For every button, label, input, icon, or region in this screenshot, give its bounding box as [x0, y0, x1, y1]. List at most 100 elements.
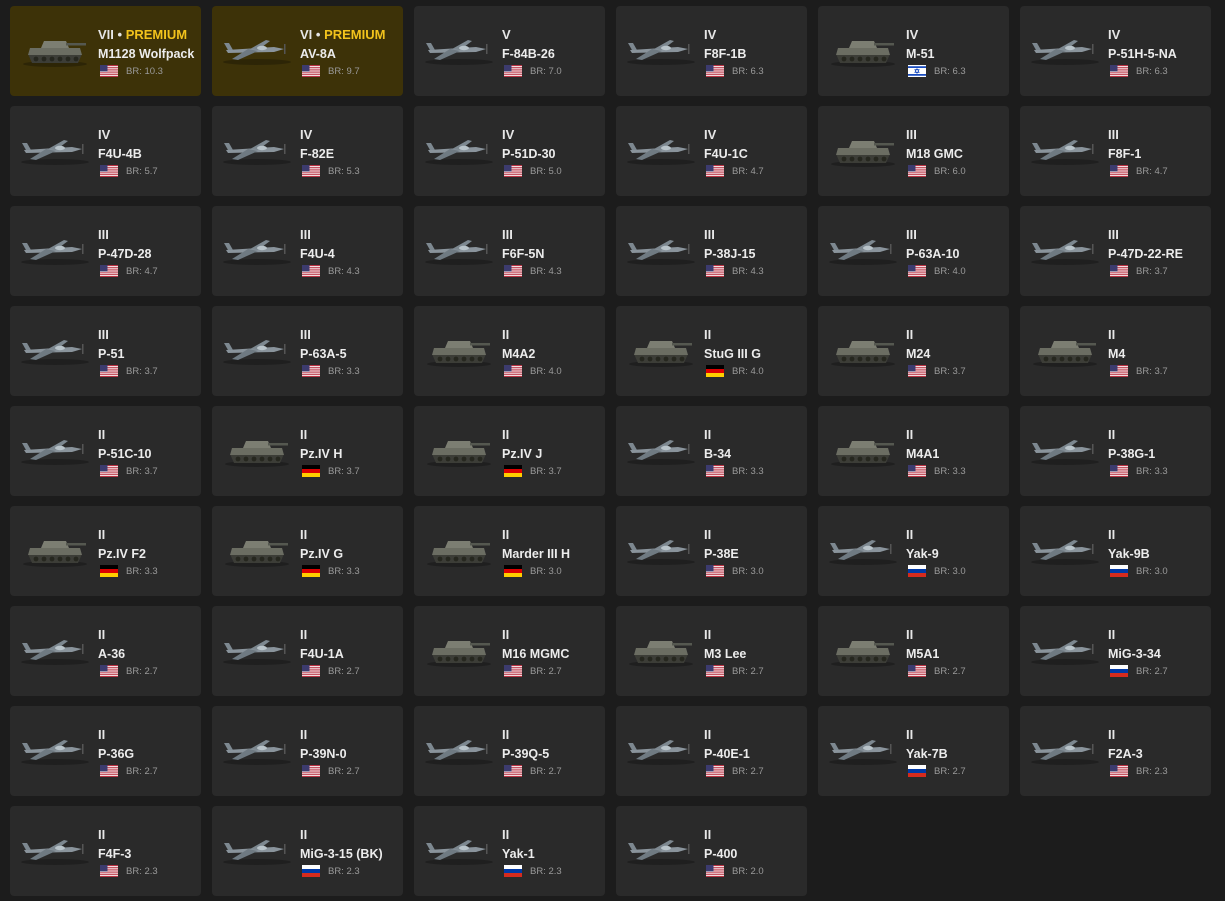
tier-numeral: IV [704, 27, 717, 42]
usa-flag-icon [98, 865, 126, 877]
vehicle-tier: IV [906, 28, 1005, 42]
vehicle-card-m5a1[interactable]: II M5A1 BR: 2.7 [818, 606, 1009, 696]
vehicle-card-f6f-5n[interactable]: III F6F-5N BR: 4.3 [414, 206, 605, 296]
vehicle-card-f4u-4[interactable]: III F4U-4 BR: 4.3 [212, 206, 403, 296]
vehicle-card-pz-iv-f2[interactable]: II Pz.IV F2 BR: 3.3 [10, 506, 201, 596]
vehicle-card-p-400[interactable]: II P-400 BR: 2.0 [616, 806, 807, 896]
vehicle-info: III P-63A-5 BR: 3.3 [300, 328, 399, 377]
vehicle-card-f-82e[interactable]: IV F-82E BR: 5.3 [212, 106, 403, 196]
vehicle-name: F4U-1A [300, 647, 344, 661]
usa-flag-icon [300, 165, 328, 177]
battle-rating: BR: 3.7 [1136, 365, 1168, 377]
aircraft-thumbnail-icon [16, 628, 94, 670]
vehicle-card-stug-iii-g[interactable]: II StuG III G BR: 4.0 [616, 306, 807, 396]
vehicle-card-f8f-1b[interactable]: IV F8F-1B BR: 6.3 [616, 6, 807, 96]
vehicle-card-m4a1[interactable]: II M4A1 BR: 3.3 [818, 406, 1009, 496]
tier-numeral: II [300, 827, 308, 842]
vehicle-card-b-34[interactable]: II B-34 BR: 3.3 [616, 406, 807, 496]
vehicle-card-m-51[interactable]: IV M-51 BR: 6.3 [818, 6, 1009, 96]
vehicle-card-p-63a-10[interactable]: III P-63A-10 BR: 4.0 [818, 206, 1009, 296]
vehicle-card-av-8a[interactable]: VI • PREMIUM AV-8A BR: 9.7 [212, 6, 403, 96]
vehicle-card-f8f-1[interactable]: III F8F-1 BR: 4.7 [1020, 106, 1211, 196]
vehicle-card-m3-lee[interactable]: II M3 Lee BR: 2.7 [616, 606, 807, 696]
vehicle-card-marder-iii-h[interactable]: II Marder III H BR: 3.0 [414, 506, 605, 596]
vehicle-tier: II [704, 428, 803, 442]
vehicle-card-m1128-wolfpack[interactable]: VII • PREMIUM M1128 Wolfpack BR: 10.3 [10, 6, 201, 96]
vehicle-card-f-84b-26[interactable]: V F-84B-26 BR: 7.0 [414, 6, 605, 96]
vehicle-name: P-36G [98, 747, 135, 761]
vehicle-meta: BR: 4.0 [502, 365, 601, 377]
vehicle-meta: BR: 3.7 [300, 465, 399, 477]
vehicle-card-p-51d-30[interactable]: IV P-51D-30 BR: 5.0 [414, 106, 605, 196]
vehicle-card-mig-3-15-bk[interactable]: II MiG-3-15 (BK) BR: 2.3 [212, 806, 403, 896]
usa-flag-icon [502, 65, 530, 77]
vehicle-name: Pz.IV G [300, 547, 344, 561]
vehicle-card-p-38g-1[interactable]: II P-38G-1 BR: 3.3 [1020, 406, 1211, 496]
vehicle-card-f2a-3[interactable]: II F2A-3 BR: 2.3 [1020, 706, 1211, 796]
usa-flag-icon [704, 565, 732, 577]
vehicle-card-f4u-1a[interactable]: II F4U-1A BR: 2.7 [212, 606, 403, 696]
vehicle-card-yak-9b[interactable]: II Yak-9B BR: 3.0 [1020, 506, 1211, 596]
battle-rating: BR: 2.3 [126, 865, 158, 877]
battle-rating: BR: 3.0 [530, 565, 562, 577]
vehicle-card-yak-1[interactable]: II Yak-1 BR: 2.3 [414, 806, 605, 896]
vehicle-tier: II [300, 828, 399, 842]
usa-flag-icon [300, 365, 328, 377]
premium-label: PREMIUM [125, 27, 188, 42]
battle-rating: BR: 6.3 [732, 65, 764, 77]
vehicle-meta: BR: 2.7 [704, 765, 803, 777]
tank-thumbnail-icon [218, 428, 296, 470]
vehicle-card-f4u-4b[interactable]: IV F4U-4B BR: 5.7 [10, 106, 201, 196]
battle-rating: BR: 3.7 [126, 365, 158, 377]
vehicle-card-p-63a-5[interactable]: III P-63A-5 BR: 3.3 [212, 306, 403, 396]
vehicle-card-p-51h-5-na[interactable]: IV P-51H-5-NA BR: 6.3 [1020, 6, 1211, 96]
vehicle-card-p-39n-0[interactable]: II P-39N-0 BR: 2.7 [212, 706, 403, 796]
vehicle-tier: II [300, 728, 399, 742]
vehicle-meta: BR: 6.3 [906, 65, 1005, 77]
vehicle-name: F4U-1C [704, 147, 748, 161]
aircraft-thumbnail-icon [1026, 428, 1104, 470]
vehicle-tier: II [502, 628, 601, 642]
vehicle-card-p-38j-15[interactable]: III P-38J-15 BR: 4.3 [616, 206, 807, 296]
vehicle-tier: III [906, 128, 1005, 142]
vehicle-card-mig-3-34[interactable]: II MiG-3-34 BR: 2.7 [1020, 606, 1211, 696]
vehicle-card-a-36[interactable]: II A-36 BR: 2.7 [10, 606, 201, 696]
vehicle-card-yak-7b[interactable]: II Yak-7B BR: 2.7 [818, 706, 1009, 796]
vehicle-card-p-51c-10[interactable]: II P-51C-10 BR: 3.7 [10, 406, 201, 496]
vehicle-card-pz-iv-h[interactable]: II Pz.IV H BR: 3.7 [212, 406, 403, 496]
vehicle-card-f4f-3[interactable]: II F4F-3 BR: 2.3 [10, 806, 201, 896]
vehicle-card-p-47d-22-re[interactable]: III P-47D-22-RE BR: 3.7 [1020, 206, 1211, 296]
vehicle-name: M18 GMC [906, 147, 963, 161]
vehicle-card-yak-9[interactable]: II Yak-9 BR: 3.0 [818, 506, 1009, 596]
vehicle-card-m24[interactable]: II M24 BR: 3.7 [818, 306, 1009, 396]
vehicle-info: II StuG III G BR: 4.0 [704, 328, 803, 377]
vehicle-name: M24 [906, 347, 931, 361]
vehicle-card-p-36g[interactable]: II P-36G BR: 2.7 [10, 706, 201, 796]
germany-flag-icon [502, 465, 530, 477]
vehicle-card-m18-gmc[interactable]: III M18 GMC BR: 6.0 [818, 106, 1009, 196]
vehicle-tier: VII • PREMIUM [98, 28, 197, 42]
vehicle-tier: III [502, 228, 601, 242]
vehicle-name: F2A-3 [1108, 747, 1143, 761]
vehicle-card-m4a2[interactable]: II M4A2 BR: 4.0 [414, 306, 605, 396]
vehicle-card-pz-iv-j[interactable]: II Pz.IV J BR: 3.7 [414, 406, 605, 496]
battle-rating: BR: 4.7 [732, 165, 764, 177]
battle-rating: BR: 9.7 [328, 65, 360, 77]
vehicle-card-p-40e-1[interactable]: II P-40E-1 BR: 2.7 [616, 706, 807, 796]
vehicle-card-p-47d-28[interactable]: III P-47D-28 BR: 4.7 [10, 206, 201, 296]
vehicle-card-f4u-1c[interactable]: IV F4U-1C BR: 4.7 [616, 106, 807, 196]
vehicle-card-p-38e[interactable]: II P-38E BR: 3.0 [616, 506, 807, 596]
battle-rating: BR: 3.7 [1136, 265, 1168, 277]
vehicle-meta: BR: 2.7 [502, 765, 601, 777]
vehicle-tier: III [98, 328, 197, 342]
vehicle-card-pz-iv-g[interactable]: II Pz.IV G BR: 3.3 [212, 506, 403, 596]
aircraft-thumbnail-icon [622, 728, 700, 770]
vehicle-card-p-39q-5[interactable]: II P-39Q-5 BR: 2.7 [414, 706, 605, 796]
vehicle-info: II P-400 BR: 2.0 [704, 828, 803, 877]
usa-flag-icon [300, 65, 328, 77]
vehicle-card-m16-mgmc[interactable]: II M16 MGMC BR: 2.7 [414, 606, 605, 696]
vehicle-card-m4[interactable]: II M4 BR: 3.7 [1020, 306, 1211, 396]
vehicle-card-p-51[interactable]: III P-51 BR: 3.7 [10, 306, 201, 396]
battle-rating: BR: 2.3 [530, 865, 562, 877]
premium-badge: • PREMIUM [312, 27, 386, 42]
